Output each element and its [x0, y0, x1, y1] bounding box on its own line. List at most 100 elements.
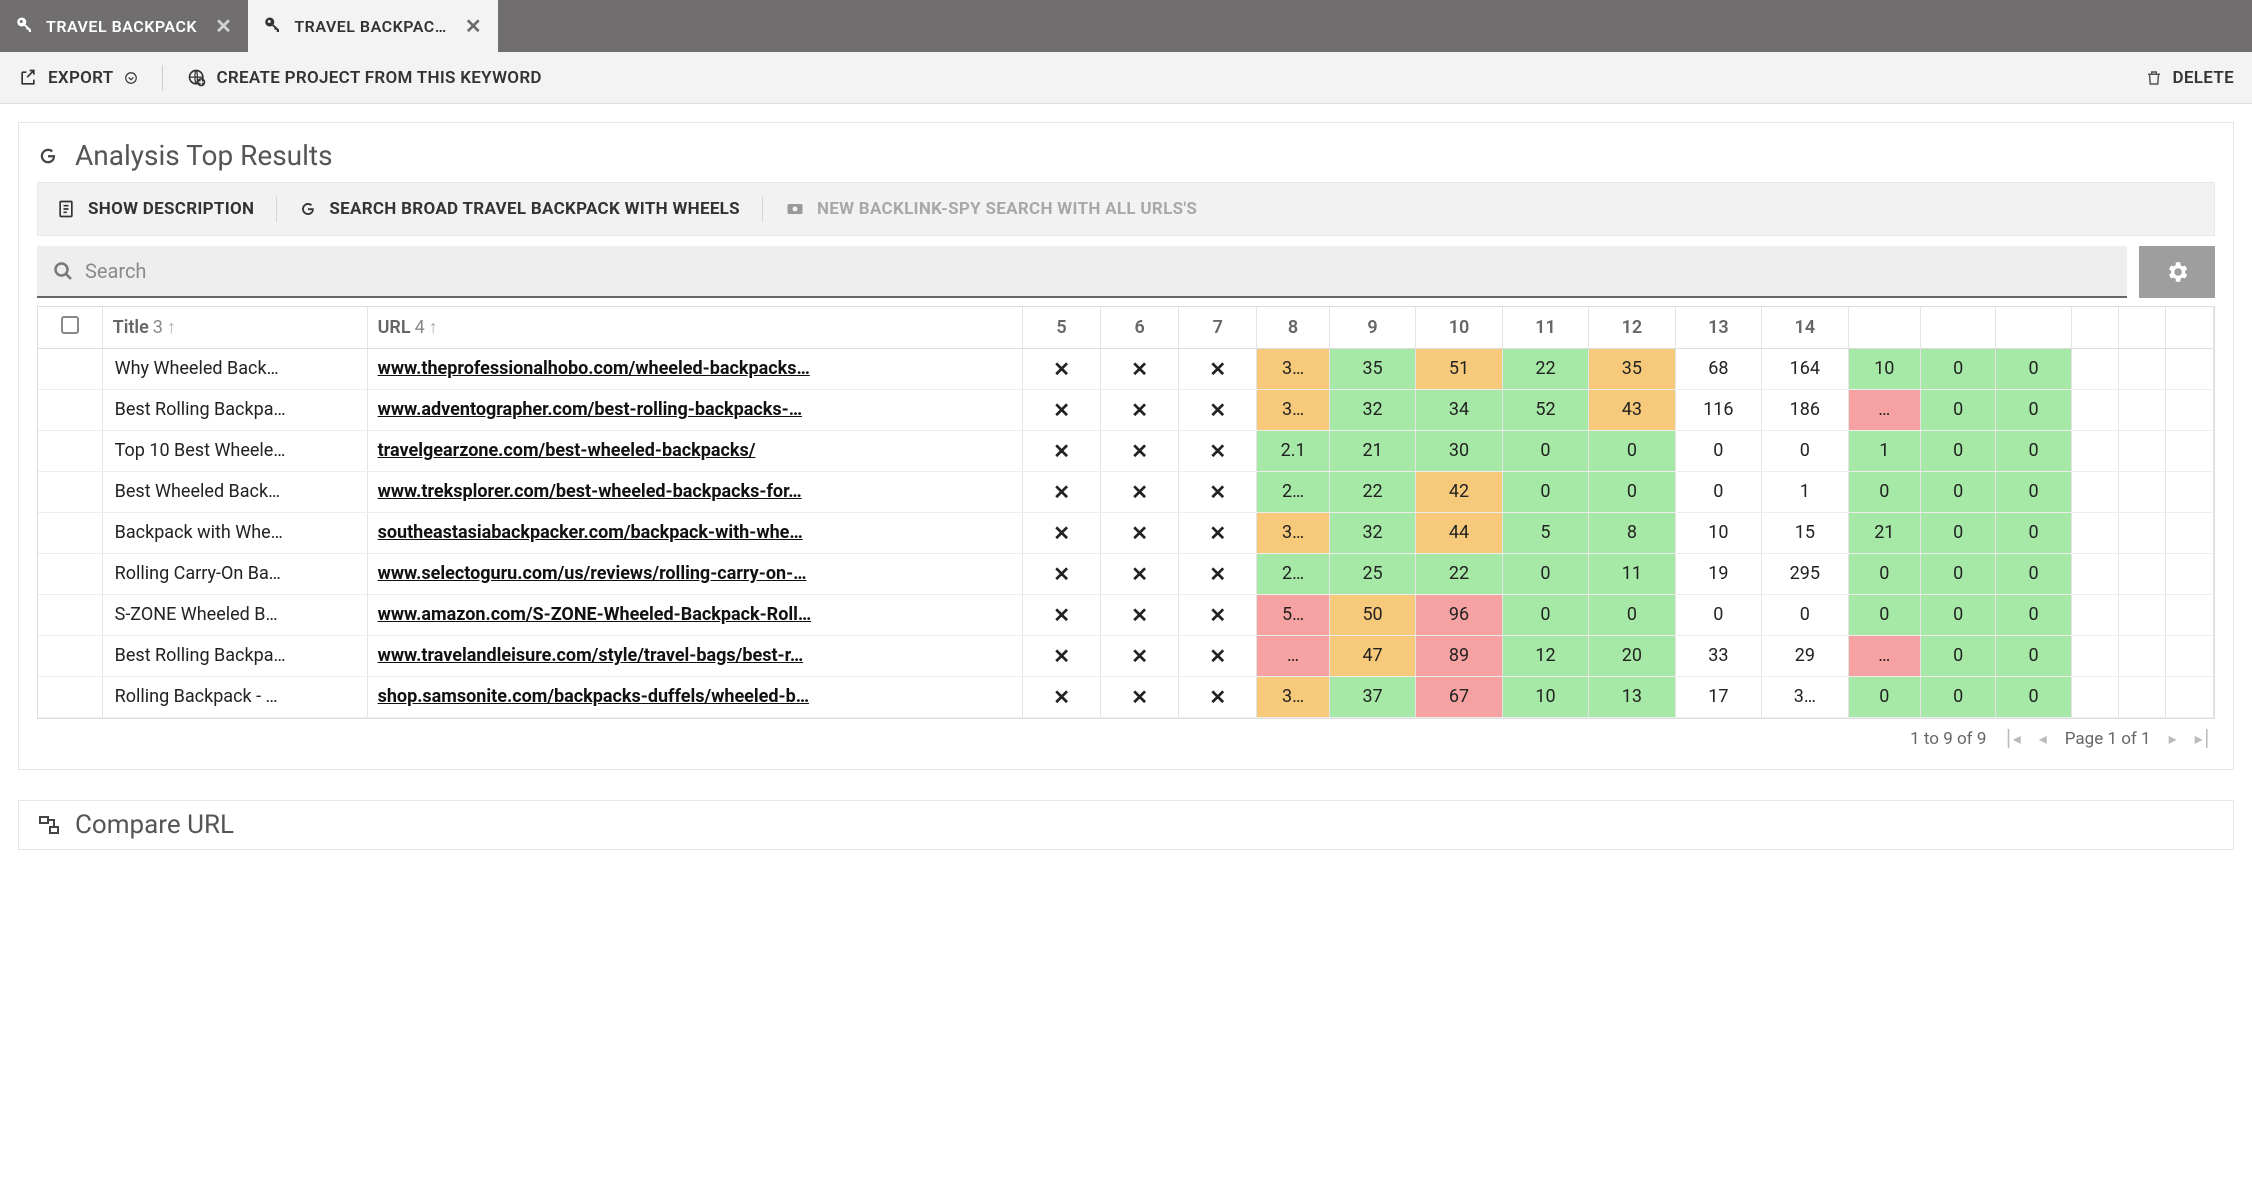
metric-cell: 22 — [1329, 471, 1415, 512]
checkbox-icon[interactable] — [61, 316, 79, 334]
table-row[interactable]: S-ZONE Wheeled B…www.amazon.com/S-ZONE-W… — [38, 594, 2214, 635]
col-url[interactable]: URL4↑ — [367, 307, 1022, 348]
col-5[interactable]: 5 — [1023, 307, 1101, 348]
table-row[interactable]: Rolling Backpack - …shop.samsonite.com/b… — [38, 676, 2214, 717]
prev-page-button[interactable]: ◂ — [2039, 729, 2047, 748]
row-url[interactable]: www.treksplorer.com/best-wheeled-backpac… — [367, 471, 1022, 512]
close-icon[interactable]: ✕ — [465, 14, 482, 38]
row-checkbox-cell[interactable] — [38, 676, 102, 717]
row-url[interactable]: www.selectoguru.com/us/reviews/rolling-c… — [367, 553, 1022, 594]
results-table: Title3↑ URL4↑ 5 6 7 8 9 10 11 12 13 14 — [37, 306, 2215, 719]
row-url[interactable]: www.amazon.com/S-ZONE-Wheeled-Backpack-R… — [367, 594, 1022, 635]
row-checkbox-cell[interactable] — [38, 389, 102, 430]
metric-cell: 52 — [1502, 389, 1588, 430]
metric-cell: 0 — [1996, 348, 2071, 389]
backlink-spy-button[interactable]: NEW BACKLINK-SPY SEARCH WITH ALL URLS'S — [785, 199, 1197, 219]
col-extra-5[interactable] — [2119, 307, 2166, 348]
metric-cell: 0 — [1848, 676, 1921, 717]
close-icon[interactable]: ✕ — [215, 14, 232, 38]
x-cell: ✕ — [1179, 594, 1257, 635]
analysis-panel: Analysis Top Results SHOW DESCRIPTION SE… — [18, 122, 2234, 770]
metric-cell: 20 — [1589, 635, 1675, 676]
col-extra-3[interactable] — [1996, 307, 2071, 348]
metric-cell: 116 — [1675, 389, 1761, 430]
table-row[interactable]: Top 10 Best Wheele…travelgearzone.com/be… — [38, 430, 2214, 471]
row-title: Top 10 Best Wheele… — [102, 430, 367, 471]
x-icon: ✕ — [1053, 398, 1070, 422]
search-broad-button[interactable]: SEARCH BROAD TRAVEL BACKPACK WITH WHEELS — [299, 198, 740, 220]
search-row — [37, 246, 2215, 298]
table-row[interactable]: Best Wheeled Back…www.treksplorer.com/be… — [38, 471, 2214, 512]
row-checkbox-cell[interactable] — [38, 553, 102, 594]
metric-cell: 3… — [1257, 512, 1330, 553]
col-extra-4[interactable] — [2071, 307, 2118, 348]
last-page-button[interactable]: ▸⎮ — [2195, 729, 2211, 748]
row-url[interactable]: southeastasiabackpacker.com/backpack-wit… — [367, 512, 1022, 553]
row-title: Rolling Backpack - … — [102, 676, 367, 717]
metric-cell: 10 — [1848, 348, 1921, 389]
sort-up-icon: ↑ — [167, 317, 176, 338]
search-input[interactable] — [85, 259, 2113, 283]
row-checkbox-cell[interactable] — [38, 635, 102, 676]
metric-cell: 32 — [1329, 512, 1415, 553]
col-9[interactable]: 9 — [1329, 307, 1415, 348]
export-button[interactable]: EXPORT — [18, 68, 138, 88]
row-checkbox-cell[interactable] — [38, 471, 102, 512]
metric-cell: 35 — [1329, 348, 1415, 389]
col-extra-6[interactable] — [2166, 307, 2214, 348]
extra-cell — [2166, 676, 2214, 717]
col-extra-1[interactable] — [1848, 307, 1921, 348]
metric-cell: 33 — [1675, 635, 1761, 676]
x-icon: ✕ — [1209, 644, 1226, 668]
metric-cell: 68 — [1675, 348, 1761, 389]
select-all-header[interactable] — [38, 307, 102, 348]
row-url[interactable]: travelgearzone.com/best-wheeled-backpack… — [367, 430, 1022, 471]
settings-button[interactable] — [2139, 246, 2215, 298]
show-description-button[interactable]: SHOW DESCRIPTION — [56, 198, 254, 220]
metric-cell: 164 — [1762, 348, 1848, 389]
extra-cell — [2166, 430, 2214, 471]
table-row[interactable]: Rolling Carry-On Ba…www.selectoguru.com/… — [38, 553, 2214, 594]
row-url[interactable]: shop.samsonite.com/backpacks-duffels/whe… — [367, 676, 1022, 717]
row-checkbox-cell[interactable] — [38, 430, 102, 471]
col-12[interactable]: 12 — [1589, 307, 1675, 348]
table-row[interactable]: Backpack with Whe…southeastasiabackpacke… — [38, 512, 2214, 553]
col-title[interactable]: Title3↑ — [102, 307, 367, 348]
create-project-button[interactable]: CREATE PROJECT FROM THIS KEYWORD — [187, 68, 542, 88]
row-url[interactable]: www.theprofessionalhobo.com/wheeled-back… — [367, 348, 1022, 389]
col-10[interactable]: 10 — [1416, 307, 1502, 348]
row-url[interactable]: www.adventographer.com/best-rolling-back… — [367, 389, 1022, 430]
col-14[interactable]: 14 — [1762, 307, 1848, 348]
metric-cell: 0 — [1921, 676, 1996, 717]
col-6[interactable]: 6 — [1101, 307, 1179, 348]
table-row[interactable]: Best Rolling Backpa…www.travelandleisure… — [38, 635, 2214, 676]
x-cell: ✕ — [1023, 553, 1101, 594]
col-8[interactable]: 8 — [1257, 307, 1330, 348]
row-checkbox-cell[interactable] — [38, 512, 102, 553]
col-extra-2[interactable] — [1921, 307, 1996, 348]
row-url[interactable]: www.travelandleisure.com/style/travel-ba… — [367, 635, 1022, 676]
google-icon — [37, 142, 59, 170]
next-page-button[interactable]: ▸ — [2169, 729, 2177, 748]
tab-travel-backpack[interactable]: TRAVEL BACKPACK ✕ — [0, 0, 248, 52]
first-page-button[interactable]: ⎮◂ — [2004, 729, 2020, 748]
divider — [276, 196, 277, 222]
col-11[interactable]: 11 — [1502, 307, 1588, 348]
search-box[interactable] — [37, 246, 2127, 298]
table-row[interactable]: Best Rolling Backpa…www.adventographer.c… — [38, 389, 2214, 430]
metric-cell: 0 — [1848, 471, 1921, 512]
row-checkbox-cell[interactable] — [38, 594, 102, 635]
tab-travel-backpack-active[interactable]: TRAVEL BACKPAC… ✕ — [248, 0, 498, 52]
col-13[interactable]: 13 — [1675, 307, 1761, 348]
row-checkbox-cell[interactable] — [38, 348, 102, 389]
metric-cell: 0 — [1589, 594, 1675, 635]
x-icon: ✕ — [1209, 398, 1226, 422]
metric-cell: 8 — [1589, 512, 1675, 553]
x-icon: ✕ — [1209, 685, 1226, 709]
delete-button[interactable]: DELETE — [2145, 68, 2234, 88]
col-7[interactable]: 7 — [1179, 307, 1257, 348]
google-icon — [299, 198, 317, 220]
table-row[interactable]: Why Wheeled Back…www.theprofessionalhobo… — [38, 348, 2214, 389]
x-icon: ✕ — [1131, 521, 1148, 545]
x-cell: ✕ — [1023, 471, 1101, 512]
